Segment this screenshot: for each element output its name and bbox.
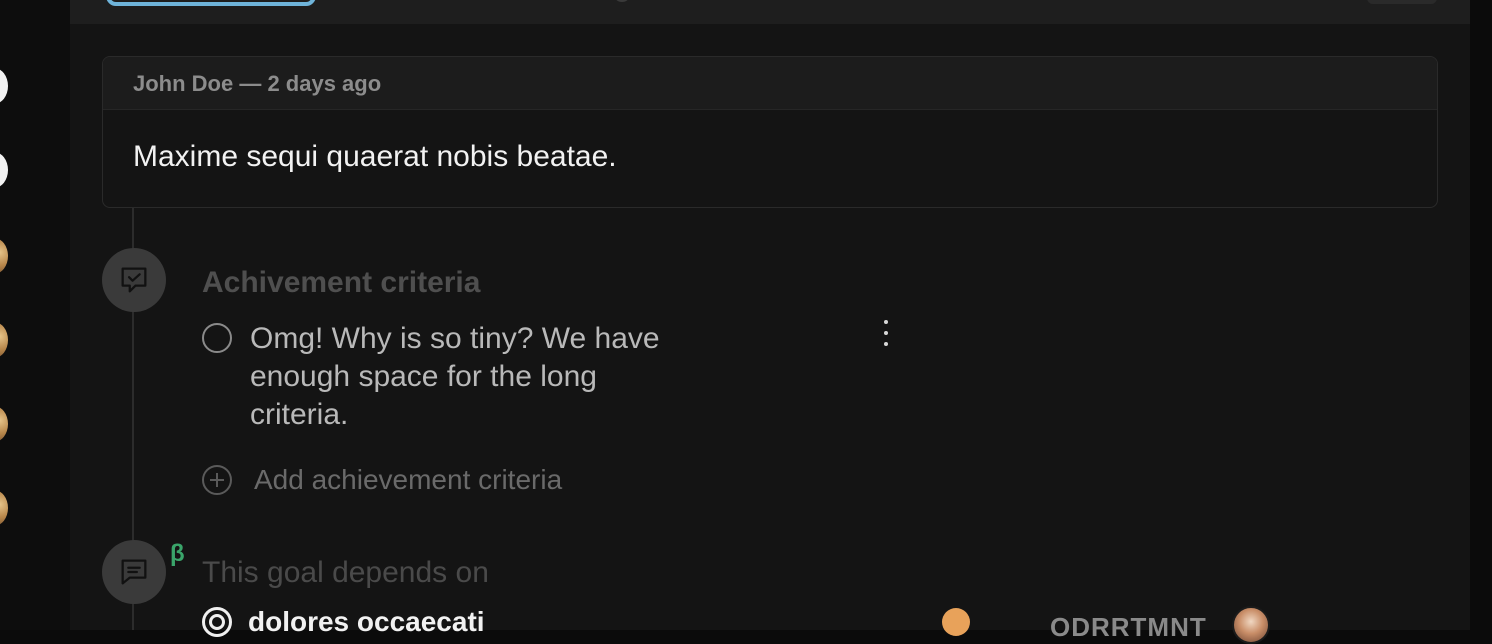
rail-avatar[interactable]	[0, 68, 8, 104]
toolbar-icon[interactable]	[615, 0, 629, 2]
add-criteria-button[interactable]: Add achievement criteria	[202, 464, 562, 496]
toolbar-chip[interactable]	[1367, 0, 1437, 4]
dependencies-section-icon	[102, 540, 166, 604]
left-rail	[0, 0, 70, 630]
rail-avatar[interactable]	[0, 490, 8, 526]
more-options-icon[interactable]	[876, 318, 896, 348]
dependency-title[interactable]: dolores occaecati	[248, 606, 485, 638]
add-criteria-label: Add achievement criteria	[254, 464, 563, 495]
top-toolbar	[70, 0, 1470, 24]
owner-avatar[interactable]	[1232, 606, 1270, 644]
criteria-checkbox[interactable]	[202, 323, 232, 353]
comment-author-meta: John Doe — 2 days ago	[103, 57, 1437, 110]
comment-card: John Doe — 2 days ago Maxime sequi quaer…	[102, 56, 1438, 208]
achievement-criteria-title: Achivement criteria	[202, 266, 481, 299]
status-dot	[942, 608, 970, 636]
message-lines-icon	[121, 559, 147, 585]
criteria-text: Omg! Why is so tiny? We have enough spac…	[250, 322, 660, 431]
rail-avatar[interactable]	[0, 322, 8, 358]
rail-avatar[interactable]	[0, 152, 8, 188]
message-check-icon	[121, 267, 147, 293]
beta-badge: β	[170, 540, 185, 567]
primary-button[interactable]	[106, 0, 316, 6]
dependencies-title: This goal depends on	[202, 556, 489, 589]
criteria-section-icon	[102, 248, 166, 312]
target-icon	[202, 607, 232, 637]
rail-avatar[interactable]	[0, 238, 8, 274]
dependency-item[interactable]: dolores occaecati	[202, 606, 485, 638]
rail-avatar[interactable]	[0, 406, 8, 442]
main-content: John Doe — 2 days ago Maxime sequi quaer…	[70, 0, 1470, 644]
plus-circle-icon	[202, 465, 232, 495]
criteria-item: Omg! Why is so tiny? We have enough spac…	[202, 320, 702, 434]
comment-body: Maxime sequi quaerat nobis beatae.	[133, 140, 617, 173]
project-tag[interactable]: ODRRTMNT	[1050, 612, 1207, 643]
